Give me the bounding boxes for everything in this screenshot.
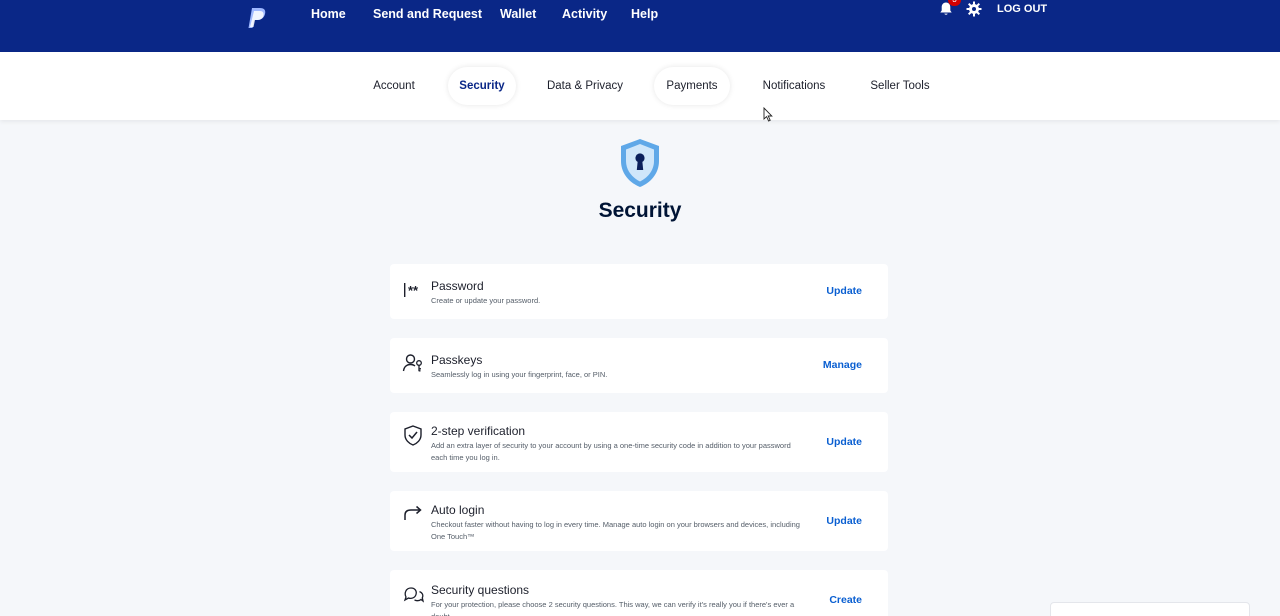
update-auto-login-button[interactable]: Update (826, 515, 862, 527)
security-questions-icon (403, 587, 424, 603)
card-title: Auto login (431, 503, 485, 517)
tab-seller-tools[interactable]: Seller Tools (862, 67, 938, 105)
notification-badge: 3 (948, 0, 961, 6)
card-description: Checkout faster without having to log in… (431, 520, 800, 541)
card-title: Passkeys (431, 353, 483, 367)
nav-help[interactable]: Help (631, 7, 658, 21)
passkeys-card: Passkeys Seamlessly log in using your fi… (390, 338, 888, 393)
nav-activity[interactable]: Activity (562, 7, 607, 21)
security-questions-card: Security questions For your protection, … (390, 570, 888, 616)
shield-check-icon (404, 425, 422, 446)
corner-widget[interactable] (1050, 602, 1250, 616)
passkeys-icon (402, 354, 422, 372)
logout-button[interactable]: LOG OUT (997, 3, 1047, 15)
auto-login-icon (404, 505, 422, 520)
auto-login-card: Auto login Checkout faster without havin… (390, 491, 888, 551)
two-step-verification-card: 2-step verification Add an extra layer o… (390, 412, 888, 472)
tab-account[interactable]: Account (362, 67, 426, 105)
card-title: 2-step verification (431, 424, 526, 438)
svg-text:**: ** (408, 283, 419, 298)
page-title: Security (598, 199, 682, 222)
tab-payments[interactable]: Payments (654, 67, 730, 105)
create-security-questions-button[interactable]: Create (829, 594, 862, 606)
card-title: Password (431, 279, 484, 293)
top-header: Home Send and Request Wallet Activity He… (0, 0, 1280, 52)
card-description: For your protection, please choose 2 sec… (431, 600, 795, 616)
nav-home[interactable]: Home (311, 7, 346, 21)
password-icon: ** (404, 283, 419, 298)
update-password-button[interactable]: Update (826, 285, 862, 297)
tab-security[interactable]: Security (448, 67, 516, 105)
password-card: ** Password Create or update your passwo… (390, 264, 888, 319)
gear-icon[interactable] (966, 1, 982, 17)
card-description: Seamlessly log in using your fingerprint… (431, 370, 608, 379)
update-two-step-button[interactable]: Update (826, 436, 862, 448)
card-description: Create or update your password. (431, 296, 541, 305)
card-title: Security questions (431, 583, 530, 597)
nav-send-and-request[interactable]: Send and Request (373, 7, 482, 21)
tab-data-privacy[interactable]: Data & Privacy (540, 67, 630, 105)
mouse-cursor-icon (763, 107, 773, 122)
tab-notifications[interactable]: Notifications (754, 67, 834, 105)
settings-tabs: Account Security Data & Privacy Payments… (0, 52, 1280, 120)
paypal-logo-icon[interactable] (246, 6, 268, 30)
security-shield-icon (621, 139, 659, 187)
nav-wallet[interactable]: Wallet (500, 7, 536, 21)
card-description: Add an extra layer of security to your a… (431, 441, 791, 462)
manage-passkeys-button[interactable]: Manage (823, 359, 862, 371)
